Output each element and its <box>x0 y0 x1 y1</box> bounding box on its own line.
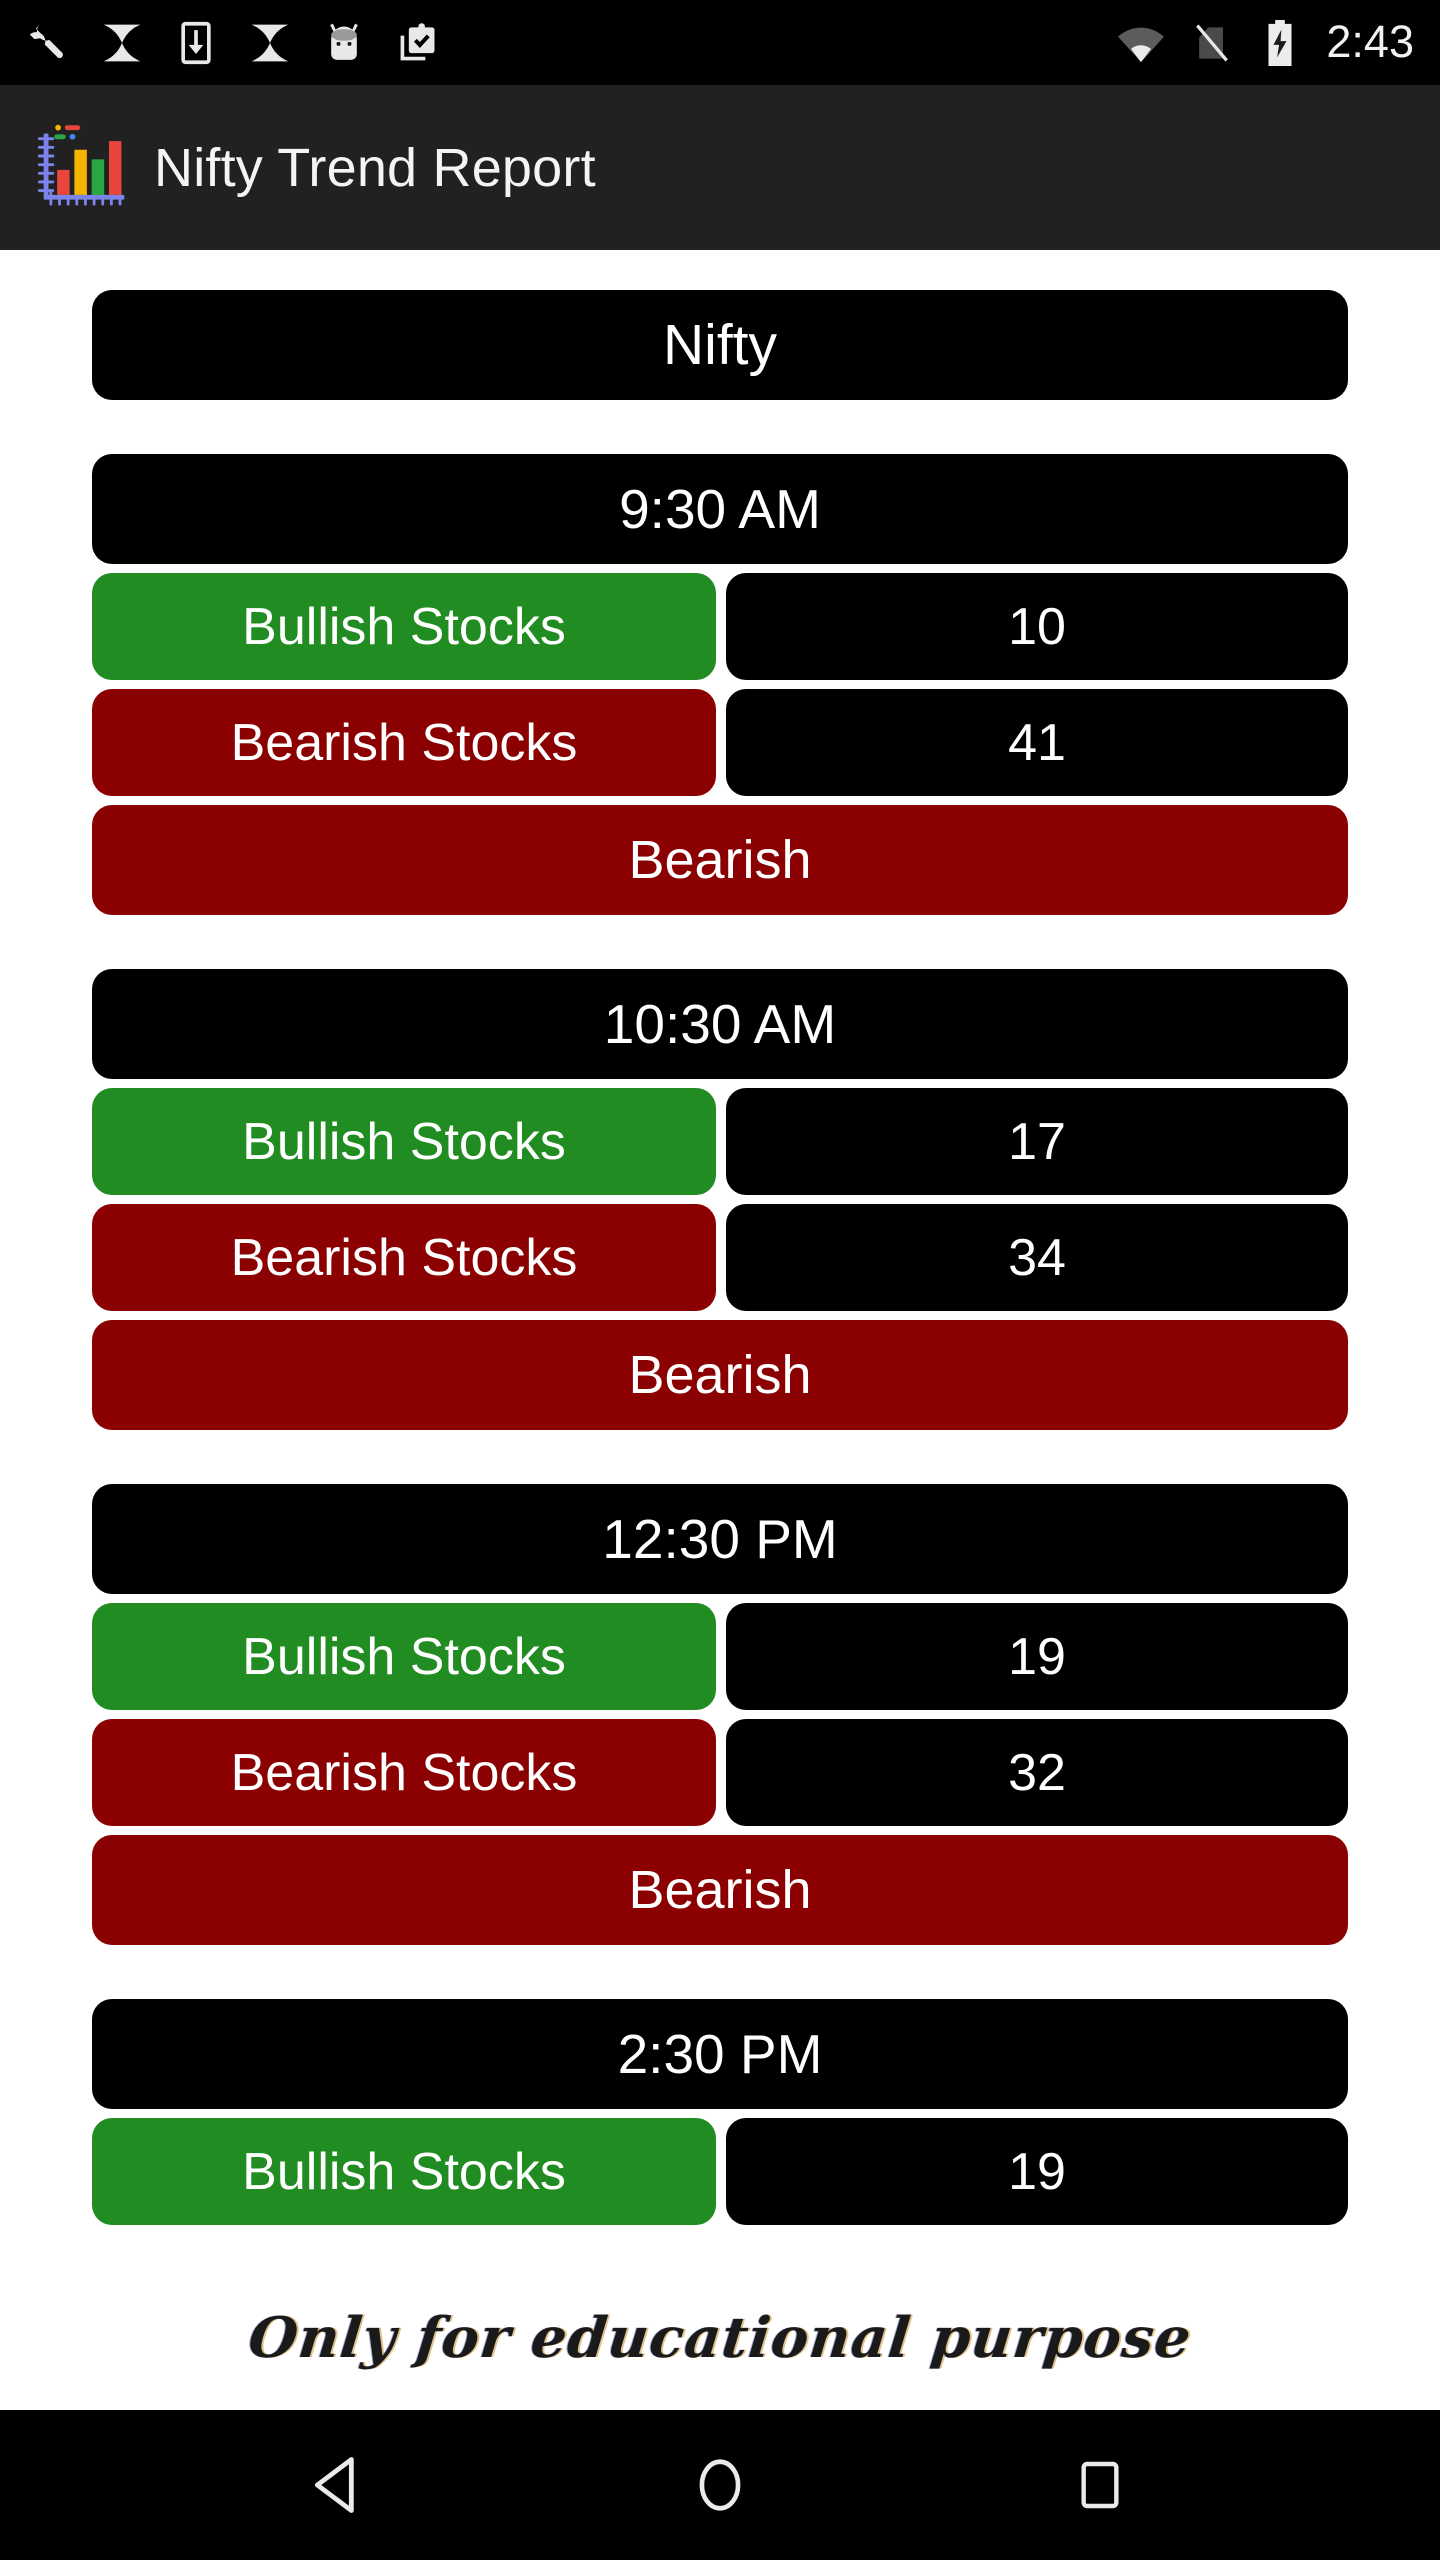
bullish-stocks-value[interactable]: 19 <box>726 1603 1348 1710</box>
bullish-stocks-value[interactable]: 17 <box>726 1088 1348 1195</box>
trend-status-badge[interactable]: Bearish <box>92 805 1348 915</box>
bar-chart-icon <box>36 120 132 216</box>
bearish-row: Bearish Stocks 41 <box>92 689 1348 796</box>
watermark-text: Only for educational purpose <box>245 2304 1195 2371</box>
app-bar: Nifty Trend Report <box>0 85 1440 250</box>
download-to-device-icon <box>174 21 218 65</box>
trend-status-badge[interactable]: Bearish <box>92 1320 1348 1430</box>
bullish-row: Bullish Stocks 19 <box>92 2118 1348 2225</box>
bullish-stocks-label[interactable]: Bullish Stocks <box>92 573 716 680</box>
status-bar: 2:43 <box>0 0 1440 85</box>
index-name-card[interactable]: Nifty <box>92 290 1348 400</box>
bullish-stocks-label[interactable]: Bullish Stocks <box>92 1603 716 1710</box>
android-navigation-bar <box>0 2410 1440 2560</box>
bearish-stocks-label[interactable]: Bearish Stocks <box>92 689 716 796</box>
bullish-row: Bullish Stocks 19 <box>92 1603 1348 1710</box>
bearish-row: Bearish Stocks 34 <box>92 1204 1348 1311</box>
android-head-icon <box>322 21 366 65</box>
clipboard-check-icon <box>396 21 440 65</box>
sparkle-icon <box>248 21 292 65</box>
time-slot-label[interactable]: 10:30 AM <box>92 969 1348 1079</box>
back-triangle-icon[interactable] <box>280 2425 400 2545</box>
battery-charging-icon <box>1260 19 1300 66</box>
report-section: 9:30 AM Bullish Stocks 10 Bearish Stocks… <box>0 454 1440 915</box>
time-slot-label[interactable]: 12:30 PM <box>92 1484 1348 1594</box>
bearish-stocks-label[interactable]: Bearish Stocks <box>92 1204 716 1311</box>
notification-icons <box>26 21 440 65</box>
report-scroll-area[interactable]: Nifty 9:30 AM Bullish Stocks 10 Bearish … <box>0 250 1440 2310</box>
bearish-stocks-value[interactable]: 41 <box>726 689 1348 796</box>
wrench-icon <box>26 21 70 65</box>
time-slot-label[interactable]: 9:30 AM <box>92 454 1348 564</box>
no-sim-icon <box>1190 21 1234 65</box>
bullish-row: Bullish Stocks 10 <box>92 573 1348 680</box>
system-status-icons: 2:43 <box>1118 19 1414 66</box>
report-section: 12:30 PM Bullish Stocks 19 Bearish Stock… <box>0 1484 1440 1945</box>
bearish-stocks-value[interactable]: 32 <box>726 1719 1348 1826</box>
report-section: 2:30 PM Bullish Stocks 19 <box>0 1999 1440 2225</box>
bearish-stocks-value[interactable]: 34 <box>726 1204 1348 1311</box>
wifi-icon <box>1118 20 1165 66</box>
bullish-stocks-value[interactable]: 10 <box>726 573 1348 680</box>
page-title: Nifty Trend Report <box>154 137 596 198</box>
bearish-stocks-label[interactable]: Bearish Stocks <box>92 1719 716 1826</box>
bearish-row: Bearish Stocks 32 <box>92 1719 1348 1826</box>
bullish-stocks-value[interactable]: 19 <box>726 2118 1348 2225</box>
bullish-stocks-label[interactable]: Bullish Stocks <box>92 1088 716 1195</box>
sparkle-icon <box>100 21 144 65</box>
time-slot-label[interactable]: 2:30 PM <box>92 1999 1348 2109</box>
bullish-stocks-label[interactable]: Bullish Stocks <box>92 2118 716 2225</box>
trend-status-badge[interactable]: Bearish <box>92 1835 1348 1945</box>
report-list: Nifty 9:30 AM Bullish Stocks 10 Bearish … <box>0 250 1440 2225</box>
home-circle-icon[interactable] <box>660 2425 780 2545</box>
status-bar-clock: 2:43 <box>1326 16 1414 67</box>
report-section: 10:30 AM Bullish Stocks 17 Bearish Stock… <box>0 969 1440 1430</box>
bullish-row: Bullish Stocks 17 <box>92 1088 1348 1195</box>
recents-square-icon[interactable] <box>1040 2425 1160 2545</box>
